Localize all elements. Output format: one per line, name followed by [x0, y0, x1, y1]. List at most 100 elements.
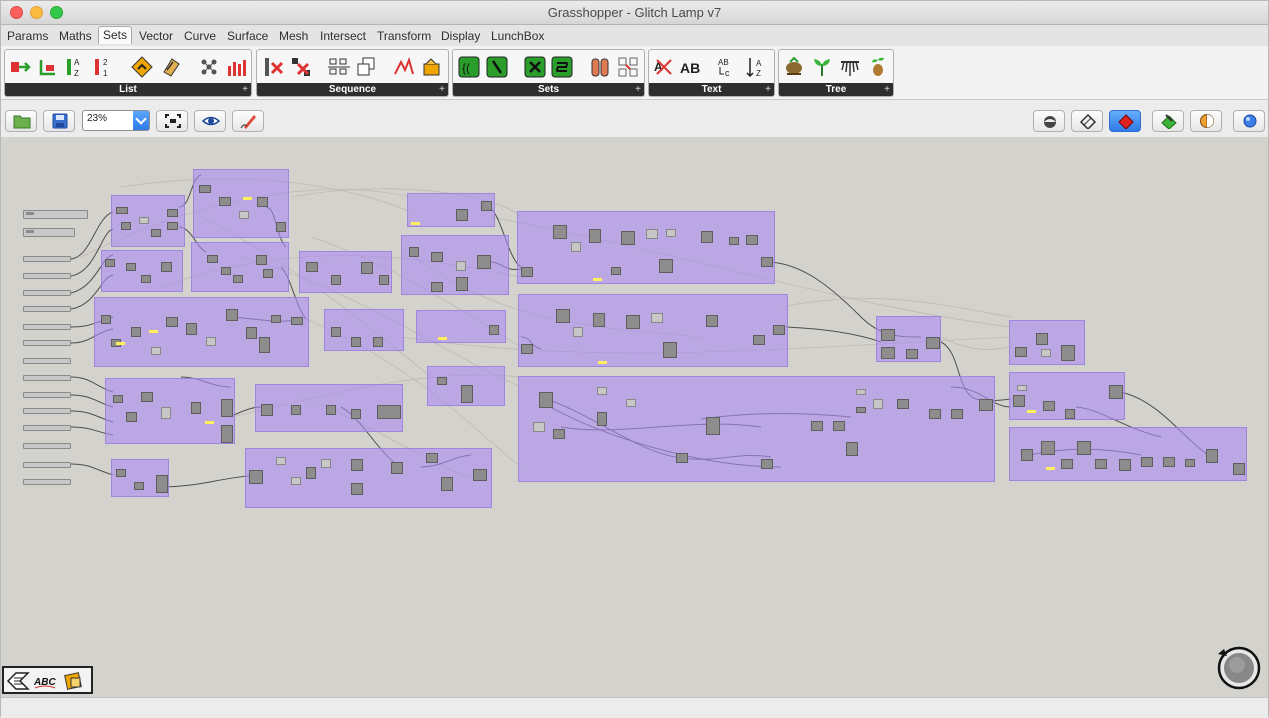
component-group[interactable]	[518, 294, 788, 367]
component-node[interactable]	[426, 453, 438, 463]
component-node[interactable]	[456, 209, 468, 221]
preview-button[interactable]	[194, 110, 226, 132]
expand-group-icon[interactable]: +	[439, 84, 445, 95]
panel-node[interactable]	[23, 210, 88, 219]
component-node[interactable]	[141, 275, 151, 283]
list-item-icon[interactable]	[9, 56, 31, 78]
component-node[interactable]	[1021, 449, 1033, 461]
component-node[interactable]	[259, 337, 270, 353]
component-node[interactable]	[477, 255, 491, 269]
component-node[interactable]	[161, 407, 171, 419]
component-node[interactable]	[1206, 449, 1218, 463]
series-icon[interactable]	[328, 56, 350, 78]
preview-selected-button[interactable]	[1152, 110, 1184, 132]
component-node[interactable]	[1095, 459, 1107, 469]
component-node[interactable]	[166, 317, 178, 327]
tab-vector[interactable]: Vector	[135, 28, 177, 46]
number-slider[interactable]	[23, 256, 71, 262]
component-node[interactable]	[1061, 459, 1073, 469]
component-node[interactable]	[1017, 385, 1027, 391]
expand-group-icon[interactable]: +	[765, 84, 771, 95]
component-node[interactable]	[597, 387, 607, 395]
save-file-button[interactable]	[43, 110, 75, 132]
component-node[interactable]	[929, 409, 941, 419]
component-node[interactable]	[1013, 395, 1025, 407]
number-slider[interactable]	[23, 392, 71, 398]
component-node[interactable]	[437, 377, 447, 385]
component-node[interactable]	[676, 453, 688, 463]
number-slider[interactable]	[23, 375, 71, 381]
markov-widget-icon[interactable]	[6, 671, 30, 691]
zoom-dropdown-icon[interactable]	[133, 111, 149, 130]
component-group[interactable]	[191, 242, 289, 292]
expand-group-icon[interactable]: +	[884, 84, 890, 95]
component-node[interactable]	[521, 267, 533, 277]
component-node[interactable]	[257, 197, 268, 207]
component-node[interactable]	[1015, 347, 1027, 357]
component-node[interactable]	[409, 247, 419, 257]
component-node[interactable]	[1065, 409, 1075, 419]
component-node[interactable]	[1077, 441, 1091, 455]
grasshopper-canvas[interactable]: ABC	[1, 137, 1268, 697]
random-icon[interactable]	[393, 56, 415, 78]
panel-node[interactable]	[23, 228, 75, 237]
component-node[interactable]	[729, 237, 739, 245]
set-majority-icon[interactable]	[551, 56, 573, 78]
component-node[interactable]	[461, 385, 473, 403]
open-file-button[interactable]	[5, 110, 37, 132]
component-node[interactable]	[306, 262, 318, 272]
component-node[interactable]	[141, 392, 153, 402]
number-slider[interactable]	[23, 324, 71, 330]
component-node[interactable]	[351, 337, 361, 347]
component-node[interactable]	[473, 469, 487, 481]
component-node[interactable]	[539, 392, 553, 408]
component-node[interactable]	[441, 477, 453, 491]
component-node[interactable]	[611, 267, 621, 275]
component-node[interactable]	[431, 282, 443, 292]
set-union-icon[interactable]: {(	[458, 56, 480, 78]
component-node[interactable]	[646, 229, 658, 239]
duplicate-icon[interactable]	[355, 56, 377, 78]
component-node[interactable]	[979, 399, 993, 411]
component-group[interactable]	[94, 297, 309, 367]
number-slider[interactable]	[23, 273, 71, 279]
preview-wireframe-button[interactable]	[1033, 110, 1065, 132]
component-node[interactable]	[116, 469, 126, 477]
spellcheck-widget-icon[interactable]: ABC	[33, 671, 57, 691]
preview-mesh-quality-button[interactable]	[1190, 110, 1222, 132]
shift-list-icon[interactable]	[131, 56, 153, 78]
tab-intersect[interactable]: Intersect	[316, 28, 370, 46]
component-node[interactable]	[249, 470, 263, 484]
member-index-icon[interactable]	[589, 56, 611, 78]
component-node[interactable]	[626, 315, 640, 329]
component-node[interactable]	[811, 421, 823, 431]
expand-group-icon[interactable]: +	[242, 84, 248, 95]
component-node[interactable]	[291, 405, 301, 415]
component-node[interactable]	[846, 442, 858, 456]
component-node[interactable]	[221, 267, 231, 275]
component-node[interactable]	[276, 457, 286, 465]
text-case-icon[interactable]: ABc	[717, 56, 739, 78]
partition-icon[interactable]	[226, 56, 248, 78]
cull-index-icon[interactable]	[263, 56, 285, 78]
navigation-compass-icon[interactable]	[1215, 644, 1261, 690]
tab-curve[interactable]: Curve	[180, 28, 220, 46]
component-node[interactable]	[1141, 457, 1153, 467]
list-length-icon[interactable]	[37, 56, 59, 78]
component-node[interactable]	[261, 404, 273, 416]
component-node[interactable]	[1036, 333, 1048, 345]
weave-icon[interactable]	[198, 56, 220, 78]
sort-text-icon[interactable]: AZ	[745, 56, 767, 78]
component-node[interactable]	[589, 229, 601, 243]
component-node[interactable]	[131, 327, 141, 337]
component-node[interactable]	[856, 407, 866, 413]
component-node[interactable]	[219, 197, 231, 206]
combinations-icon[interactable]	[617, 56, 639, 78]
component-node[interactable]	[481, 201, 492, 211]
component-node[interactable]	[897, 399, 909, 409]
tab-transform[interactable]: Transform	[373, 28, 435, 46]
cull-pattern-icon[interactable]	[290, 56, 312, 78]
component-node[interactable]	[1041, 349, 1051, 357]
component-node[interactable]	[553, 225, 567, 239]
component-node[interactable]	[456, 261, 466, 271]
